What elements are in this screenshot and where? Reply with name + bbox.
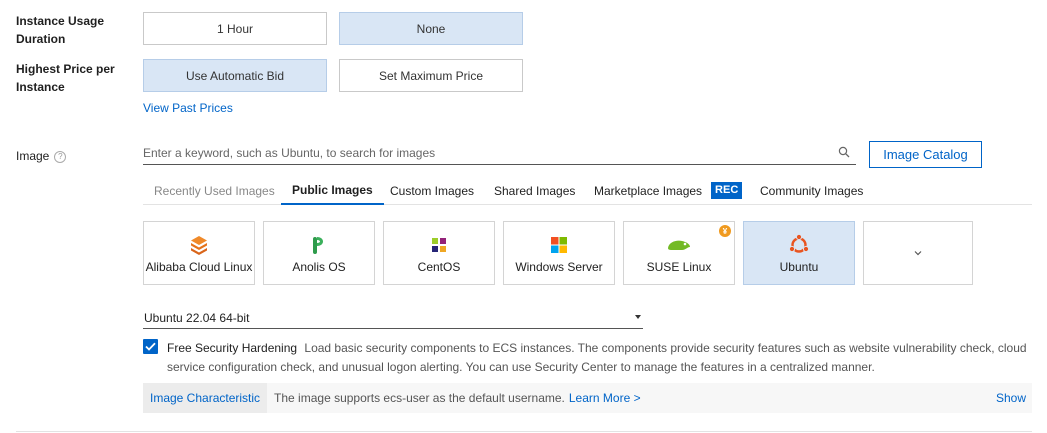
- rec-badge: REC: [711, 182, 743, 199]
- tab-custom-images[interactable]: Custom Images: [390, 176, 474, 205]
- os-card-suse-linux[interactable]: ¥ SUSE Linux: [623, 221, 735, 285]
- image-characteristic-bar: Image Characteristic The image supports …: [143, 383, 1032, 413]
- tab-shared-images[interactable]: Shared Images: [494, 176, 575, 205]
- usage-duration-label: Instance Usage Duration: [16, 14, 105, 46]
- image-label: Image: [16, 149, 50, 163]
- security-hardening-title: Free Security Hardening: [167, 341, 298, 355]
- tab-public-images[interactable]: Public Images: [281, 176, 384, 205]
- learn-more-link[interactable]: Learn More >: [569, 391, 641, 405]
- image-characteristic-label[interactable]: Image Characteristic: [143, 383, 268, 413]
- highest-price-label: Highest Price per Instance: [16, 62, 115, 94]
- set-maximum-price-button[interactable]: Set Maximum Price: [339, 59, 523, 92]
- tab-marketplace-images[interactable]: Marketplace Images REC: [594, 176, 743, 205]
- search-icon[interactable]: [838, 146, 850, 161]
- usage-none-button[interactable]: None: [339, 12, 523, 45]
- checkmark-icon: [145, 342, 156, 351]
- question-circle-icon[interactable]: ?: [54, 150, 67, 163]
- tab-marketplace-label: Marketplace Images: [594, 183, 703, 198]
- usage-1-hour-button[interactable]: 1 Hour: [143, 12, 327, 45]
- suse-icon: [667, 233, 691, 257]
- chevron-down-icon: [914, 241, 922, 265]
- show-characteristic-link[interactable]: Show: [996, 391, 1026, 405]
- ubuntu-icon: [788, 233, 810, 257]
- os-card-windows-server[interactable]: Windows Server: [503, 221, 615, 285]
- os-card-label: Ubuntu: [779, 260, 819, 274]
- os-card-ubuntu[interactable]: Ubuntu: [743, 221, 855, 285]
- automatic-bid-button[interactable]: Use Automatic Bid: [143, 59, 327, 92]
- centos-icon: [429, 233, 449, 257]
- image-search-input[interactable]: [143, 143, 833, 163]
- os-card-label: CentOS: [417, 260, 461, 274]
- paid-badge: ¥: [719, 225, 731, 237]
- os-card-label: SUSE Linux: [646, 260, 712, 274]
- tab-recently-used-images[interactable]: Recently Used Images: [154, 176, 275, 205]
- image-label-row: Image?: [16, 147, 67, 165]
- image-version-value: Ubuntu 22.04 64-bit: [144, 310, 250, 325]
- section-divider: [16, 431, 1032, 432]
- security-hardening-checkbox[interactable]: [143, 339, 158, 354]
- caret-down-icon: [635, 315, 641, 319]
- image-search-box: [143, 141, 856, 165]
- image-characteristic-description: The image supports ecs-user as the defau…: [274, 391, 565, 405]
- os-card-label: Anolis OS: [292, 260, 346, 274]
- os-card-label: Alibaba Cloud Linux: [145, 260, 253, 274]
- os-card-more[interactable]: [863, 221, 973, 285]
- os-card-centos[interactable]: CentOS: [383, 221, 495, 285]
- os-card-label: Windows Server: [515, 260, 603, 274]
- tab-community-images[interactable]: Community Images: [760, 176, 863, 205]
- anolis-os-icon: [311, 233, 327, 257]
- os-card-anolis-os[interactable]: Anolis OS: [263, 221, 375, 285]
- security-hardening-text: Free Security Hardening Load basic secur…: [167, 339, 1037, 377]
- view-past-prices-link[interactable]: View Past Prices: [143, 101, 233, 115]
- image-tabs: Recently Used Images Public Images Custo…: [143, 176, 1032, 205]
- image-version-select[interactable]: Ubuntu 22.04 64-bit: [143, 307, 643, 329]
- os-card-alibaba-cloud-linux[interactable]: Alibaba Cloud Linux: [143, 221, 255, 285]
- windows-icon: [551, 233, 567, 257]
- alibaba-cloud-linux-icon: [190, 233, 208, 257]
- image-catalog-button[interactable]: Image Catalog: [869, 141, 982, 168]
